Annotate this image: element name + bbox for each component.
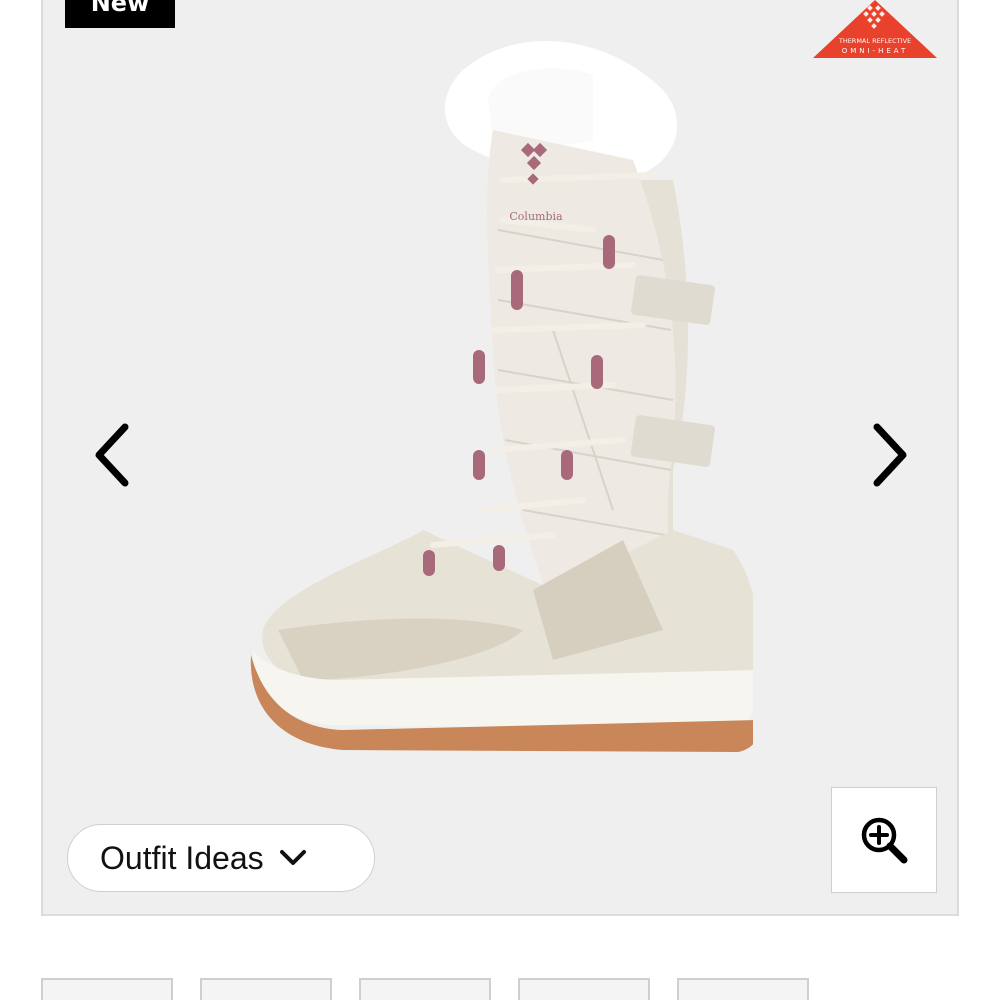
thumbnail-4[interactable]: [518, 978, 650, 1000]
omni-heat-logo: THERMAL REFLECTIVE OMNI-HEAT: [813, 0, 937, 58]
svg-text:THERMAL REFLECTIVE: THERMAL REFLECTIVE: [838, 37, 911, 45]
zoom-in-icon: [861, 817, 908, 864]
chevron-down-icon: [279, 850, 306, 865]
outfit-ideas-label: Outfit Ideas: [100, 839, 264, 876]
next-image-button[interactable]: [859, 415, 919, 495]
new-badge: New: [65, 0, 175, 28]
product-image-gallery: New THERMAL REFLECTIVE OMNI-HEAT Columbi…: [41, 0, 959, 916]
thumbnail-5[interactable]: [677, 978, 809, 1000]
thumbnail-1[interactable]: [41, 978, 173, 1000]
prev-image-button[interactable]: [83, 415, 143, 495]
thumbnail-strip: [0, 978, 1000, 1000]
thumbnail-3[interactable]: [359, 978, 491, 1000]
svg-text:OMNI-HEAT: OMNI-HEAT: [842, 47, 909, 55]
chevron-right-icon: [873, 423, 907, 487]
boot-image: Columbia: [250, 41, 753, 752]
svg-text:Columbia: Columbia: [509, 210, 563, 223]
outfit-ideas-button[interactable]: Outfit Ideas: [67, 824, 375, 892]
chevron-left-icon: [95, 423, 129, 487]
thumbnail-2[interactable]: [200, 978, 332, 1000]
zoom-button[interactable]: [831, 787, 937, 893]
